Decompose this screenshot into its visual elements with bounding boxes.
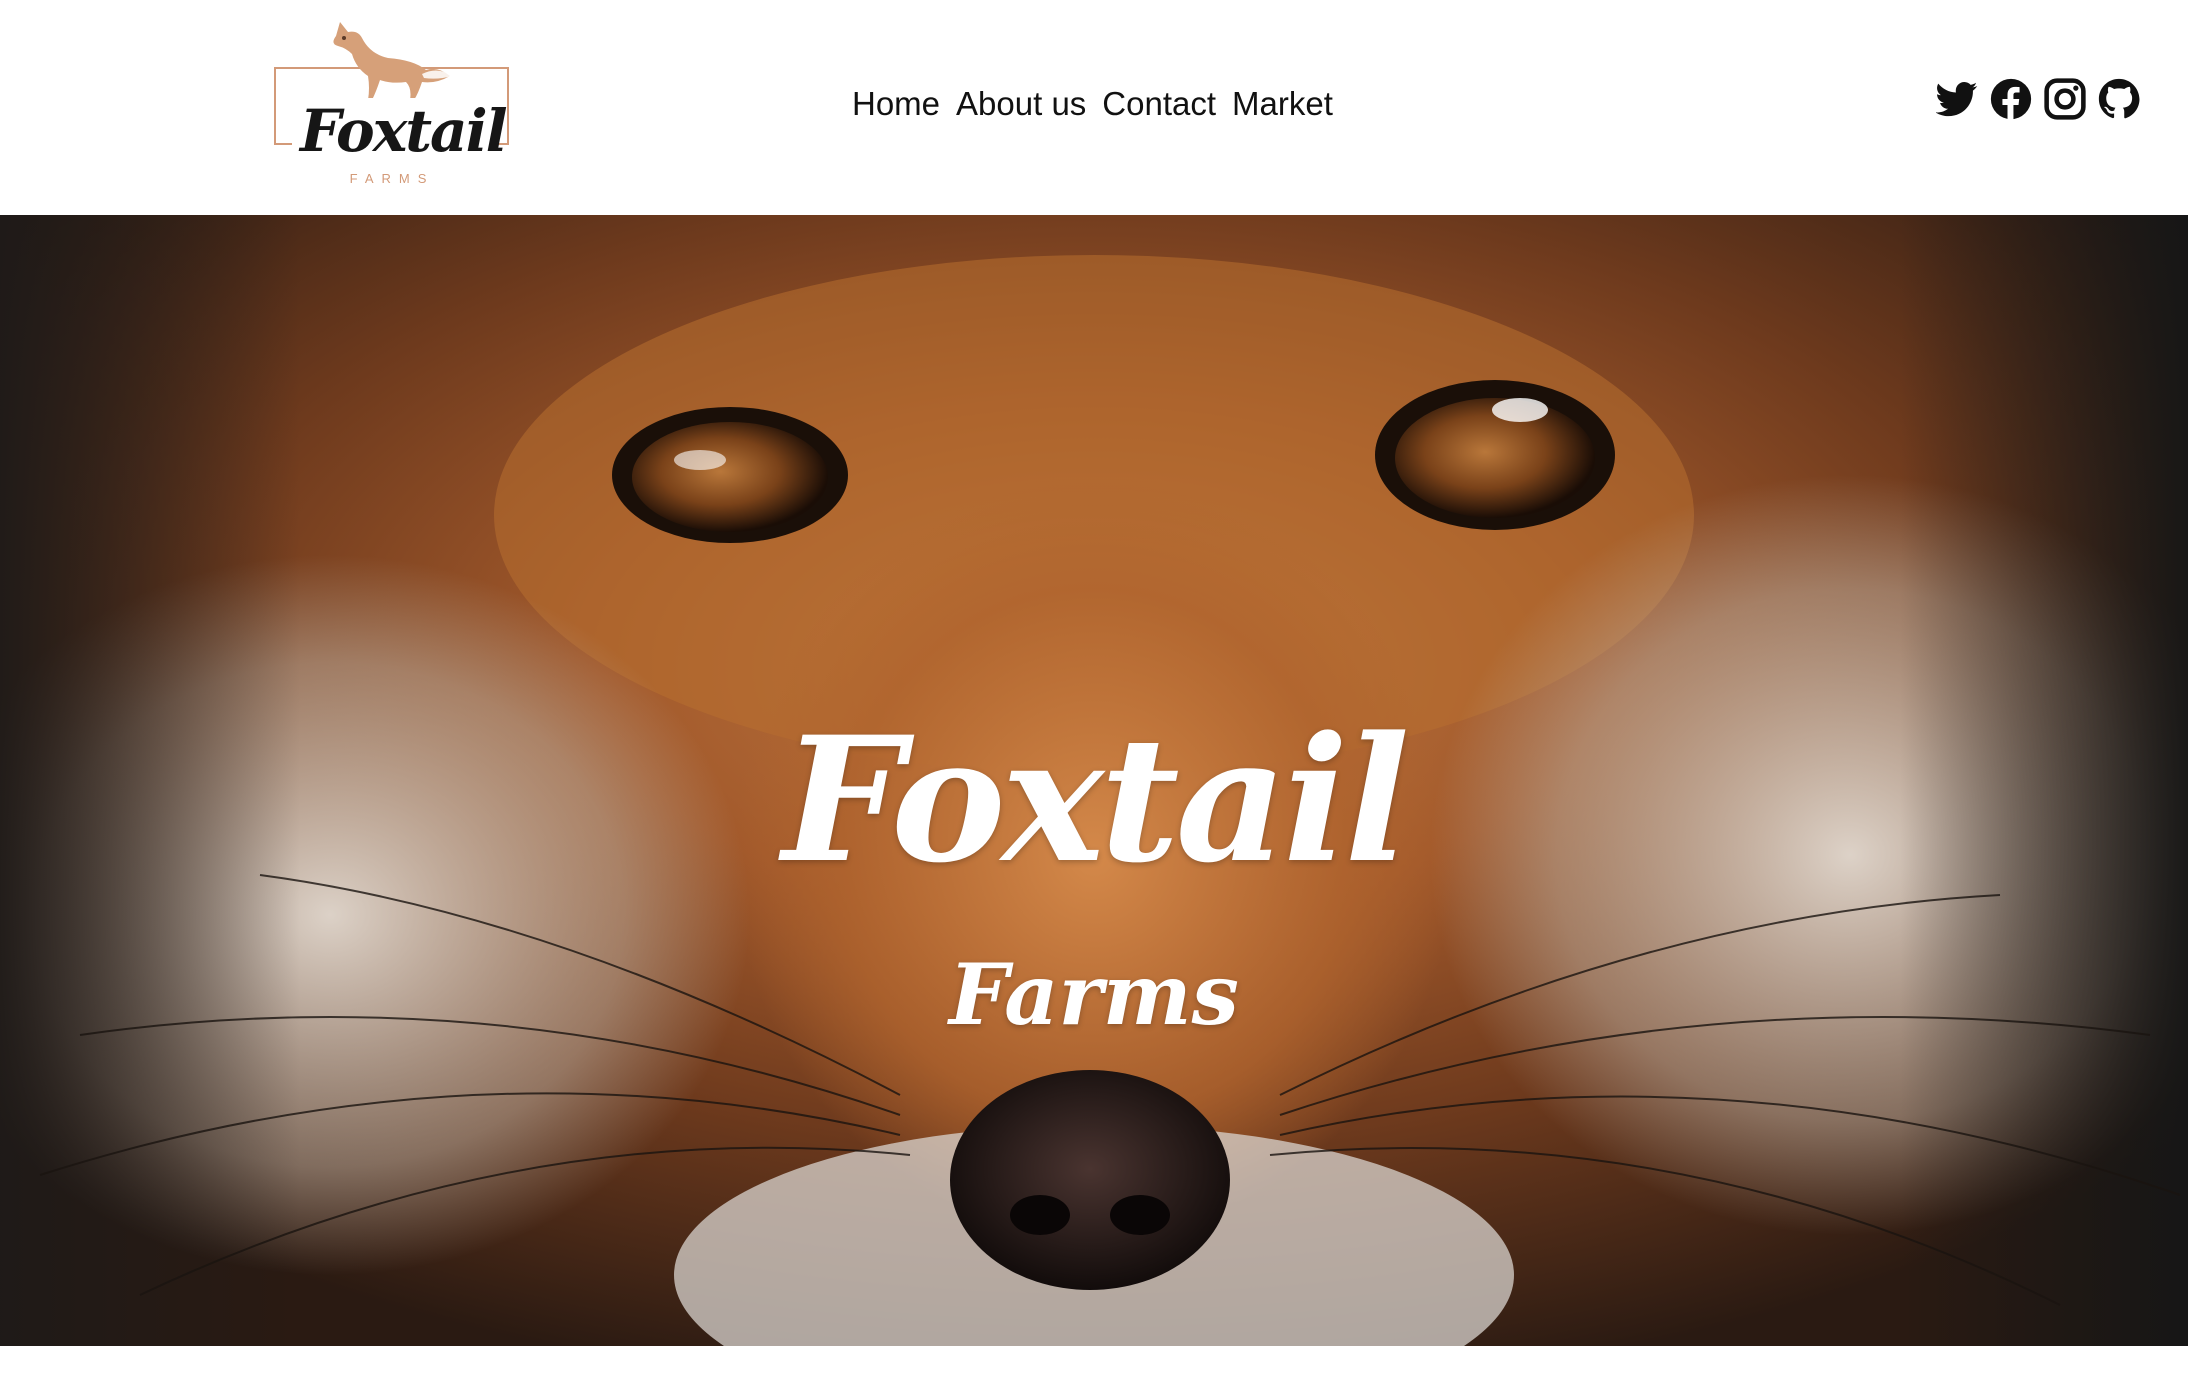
nav-contact[interactable]: Contact [1102,82,1216,126]
page-bottom-space [0,1346,2188,1388]
hero-section: Foxtail Farms [0,215,2188,1346]
logo-subtitle: FARMS [349,171,435,186]
social-links [1936,78,2140,122]
nav-about-us[interactable]: About us [956,82,1086,126]
twitter-icon[interactable] [1936,78,1978,120]
logo-title: Foxtail [292,98,508,168]
github-icon[interactable] [2098,78,2140,120]
instagram-icon[interactable] [2044,78,2086,120]
hero-subtitle: Farms [949,945,1239,1044]
main-nav: Home About us Contact Market [852,82,1349,126]
site-header: Foxtail FARMS Home About us Contact Mark… [0,0,2188,215]
fox-icon [333,22,452,100]
nav-home[interactable]: Home [852,82,940,126]
facebook-icon[interactable] [1990,78,2032,120]
site-logo[interactable]: Foxtail FARMS [268,14,514,186]
hero-title: Foxtail [782,698,1410,901]
nav-market[interactable]: Market [1232,82,1333,126]
